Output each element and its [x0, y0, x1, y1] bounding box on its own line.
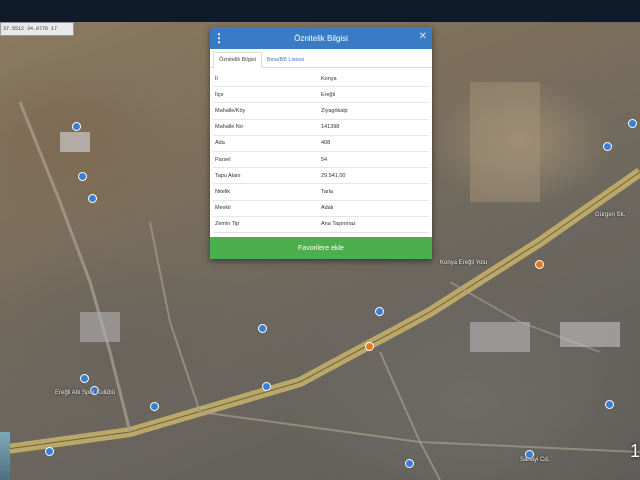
row-value: Adalı	[321, 205, 334, 212]
map-label: Sanayi Cd.	[520, 457, 550, 463]
poi-marker-icon[interactable]	[375, 307, 384, 316]
row-key: Nitelik	[215, 188, 230, 195]
table-row: Ada 408	[213, 136, 429, 152]
poi-marker-icon[interactable]	[365, 342, 374, 351]
poi-marker-icon[interactable]	[78, 172, 87, 181]
table-row: Tapu Alanı 29.941,00	[213, 168, 429, 185]
poi-marker-icon[interactable]	[628, 119, 637, 128]
row-value: Ana Taşınmaz	[321, 221, 356, 228]
page-number: 1	[629, 441, 640, 461]
coordinate-readout: 37.5512 34.0776 17	[0, 22, 74, 36]
latitude-value: 37.5512	[3, 26, 25, 32]
table-row: Nitelik Tarla	[213, 184, 429, 201]
table-row: Mahalle/Köy Ziyagökalp	[213, 103, 429, 120]
map-label: Konya Ereğli Yolu	[440, 260, 488, 266]
poi-marker-icon[interactable]	[535, 260, 544, 269]
row-value: 408	[321, 140, 331, 147]
row-value: Konya	[321, 75, 337, 82]
table-row: İl Konya	[213, 71, 429, 88]
poi-marker-icon[interactable]	[45, 447, 54, 456]
row-value: 29.941,00	[321, 172, 346, 179]
row-key: Mevkii	[215, 205, 231, 212]
dialog-header: ⋮ Öznitelik Bilgisi ✕	[210, 27, 432, 49]
table-row: Parsel 54	[213, 152, 429, 169]
zoom-level: 17	[51, 26, 58, 32]
poi-marker-icon[interactable]	[72, 122, 81, 131]
table-row: Mahalle No 141398	[213, 120, 429, 136]
row-key: Mahalle/Köy	[215, 107, 246, 114]
map-label: Gürgen Sk.	[595, 212, 626, 218]
poi-marker-icon[interactable]	[150, 402, 159, 411]
poi-marker-icon[interactable]	[405, 459, 414, 468]
left-edge-strip	[0, 432, 10, 480]
add-to-favorites-button[interactable]: Favorilere ekle	[210, 237, 432, 259]
row-value: Tarla	[321, 188, 333, 195]
dialog-tabs: Öznitelik Bilgisi Bina/BB Listesi	[210, 49, 432, 68]
row-key: Zemin Tip	[215, 221, 240, 228]
top-bar	[0, 0, 640, 22]
row-value: 141398	[321, 124, 340, 131]
row-key: İlçe	[215, 91, 224, 98]
tab-building-list[interactable]: Bina/BB Listesi	[262, 53, 309, 67]
kebab-menu-icon[interactable]: ⋮	[210, 31, 228, 45]
poi-marker-icon[interactable]	[262, 382, 271, 391]
table-row: İlçe Ereğli	[213, 87, 429, 104]
poi-marker-icon[interactable]	[603, 142, 612, 151]
row-key: Parsel	[215, 156, 231, 163]
dialog-title: Öznitelik Bilgisi	[294, 33, 348, 43]
table-row: Zemin Tip Ana Taşınmaz	[213, 217, 429, 233]
attribute-table: İl Konya İlçe Ereğli Mahalle/Köy Ziyagökalp…	[210, 68, 432, 250]
poi-marker-icon[interactable]	[258, 324, 267, 333]
longitude-value: 34.0776	[27, 26, 49, 32]
row-key: Tapu Alanı	[215, 172, 241, 179]
row-key: Ada	[215, 140, 225, 147]
row-value: 54	[321, 156, 328, 163]
row-value: Ereğli	[321, 91, 336, 98]
row-value: Ziyagökalp	[321, 107, 348, 114]
row-key: Mahalle No	[215, 124, 243, 131]
map-label: Ereğli Atlı Spor Kulübü	[55, 390, 116, 396]
row-key: İl	[215, 75, 218, 82]
close-icon[interactable]: ✕	[419, 31, 427, 42]
attribute-dialog: ⋮ Öznitelik Bilgisi ✕ Öznitelik Bilgisi …	[210, 27, 432, 259]
tab-attribute-info[interactable]: Öznitelik Bilgisi	[213, 52, 262, 68]
poi-marker-icon[interactable]	[88, 194, 97, 203]
table-row: Mevkii Adalı	[213, 201, 429, 217]
poi-marker-icon[interactable]	[605, 400, 614, 409]
poi-marker-icon[interactable]	[80, 374, 89, 383]
